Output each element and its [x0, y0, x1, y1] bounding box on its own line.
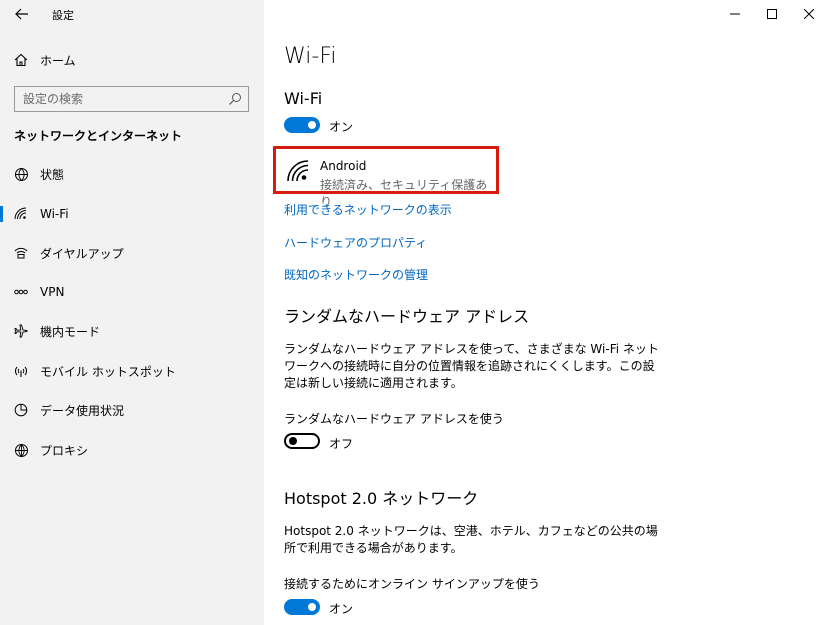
back-button[interactable] — [12, 5, 32, 23]
back-arrow-icon — [15, 8, 28, 20]
sidebar-item-label: データ使用状況 — [40, 403, 125, 418]
link-show-available-networks[interactable]: 利用できるネットワークの表示 — [284, 201, 452, 218]
sidebar-item-data-usage[interactable]: データ使用状況 — [0, 394, 264, 426]
toggle-knob — [308, 121, 316, 129]
hotspot-title: Hotspot 2.0 ネットワーク — [284, 489, 479, 508]
globe-icon — [13, 442, 29, 458]
network-item-android[interactable]: Android 接続済み、セキュリティ保護あり — [273, 146, 499, 209]
random-hw-description: ランダムなハードウェア アドレスを使って、さまざまな Wi-Fi ネットワークへ… — [284, 342, 659, 390]
globe-status-icon — [13, 166, 29, 182]
sidebar-item-label: VPN — [40, 285, 65, 299]
airplane-icon — [13, 323, 29, 339]
main-content: Wi-Fi Wi-Fi オン Android 接続済み、セキュリティ保護あり 利… — [264, 0, 830, 625]
dialup-icon — [13, 245, 29, 261]
network-name: Android — [320, 159, 367, 173]
wifi-icon — [13, 206, 29, 222]
hotspot-icon — [13, 363, 29, 379]
sidebar-item-label: ホーム — [40, 53, 76, 68]
sidebar-item-label: 状態 — [40, 167, 65, 182]
search-input[interactable] — [15, 88, 215, 110]
data-usage-icon — [13, 402, 29, 418]
wifi-toggle-label: オン — [329, 120, 354, 134]
home-icon — [13, 52, 29, 68]
sidebar-item-label: ダイヤルアップ — [40, 246, 124, 261]
sidebar-item-status[interactable]: 状態 — [0, 158, 264, 190]
vpn-icon — [13, 284, 29, 300]
wifi-signal-icon — [287, 160, 309, 182]
sidebar: 設定 ホーム ネットワークとインターネット 状態 Wi-Fi ダイヤルアップ V — [0, 0, 264, 625]
toggle-knob — [308, 603, 316, 611]
random-hw-toggle-label: オフ — [329, 437, 354, 451]
sidebar-item-airplane[interactable]: 機内モード — [0, 315, 264, 347]
random-hw-title: ランダムなハードウェア アドレス — [284, 307, 530, 326]
sidebar-item-label: 機内モード — [40, 324, 101, 339]
random-hw-toggle[interactable] — [284, 433, 320, 449]
random-hw-toggle-caption: ランダムなハードウェア アドレスを使う — [284, 412, 504, 426]
sidebar-item-home[interactable]: ホーム — [0, 44, 264, 76]
sidebar-item-label: Wi-Fi — [40, 207, 69, 221]
sidebar-item-proxy[interactable]: プロキシ — [0, 434, 264, 466]
hotspot-toggle[interactable] — [284, 599, 320, 615]
wifi-toggle[interactable] — [284, 117, 320, 133]
hotspot-toggle-caption: 接続するためにオンライン サインアップを使う — [284, 577, 540, 591]
sidebar-item-vpn[interactable]: VPN — [0, 276, 264, 308]
sidebar-item-dialup[interactable]: ダイヤルアップ — [0, 237, 264, 269]
hotspot-toggle-label: オン — [329, 602, 354, 616]
search-icon — [229, 93, 241, 105]
titlebar-left: 設定 — [0, 0, 264, 30]
search-box[interactable] — [14, 86, 249, 112]
sidebar-item-label: モバイル ホットスポット — [40, 364, 176, 379]
section-heading: ネットワークとインターネット — [14, 129, 183, 143]
sidebar-item-label: プロキシ — [40, 443, 89, 458]
hotspot-description: Hotspot 2.0 ネットワークは、空港、ホテル、カフェなどの公共の場所で利… — [284, 524, 658, 555]
sidebar-item-wifi[interactable]: Wi-Fi — [0, 198, 264, 230]
wifi-section-title: Wi-Fi — [284, 89, 323, 108]
toggle-knob — [289, 437, 297, 445]
app-title: 設定 — [52, 9, 74, 22]
link-hardware-properties[interactable]: ハードウェアのプロパティ — [284, 234, 427, 251]
page-title: Wi-Fi — [284, 44, 337, 69]
link-manage-known-networks[interactable]: 既知のネットワークの管理 — [284, 266, 428, 283]
sidebar-item-hotspot[interactable]: モバイル ホットスポット — [0, 355, 264, 387]
